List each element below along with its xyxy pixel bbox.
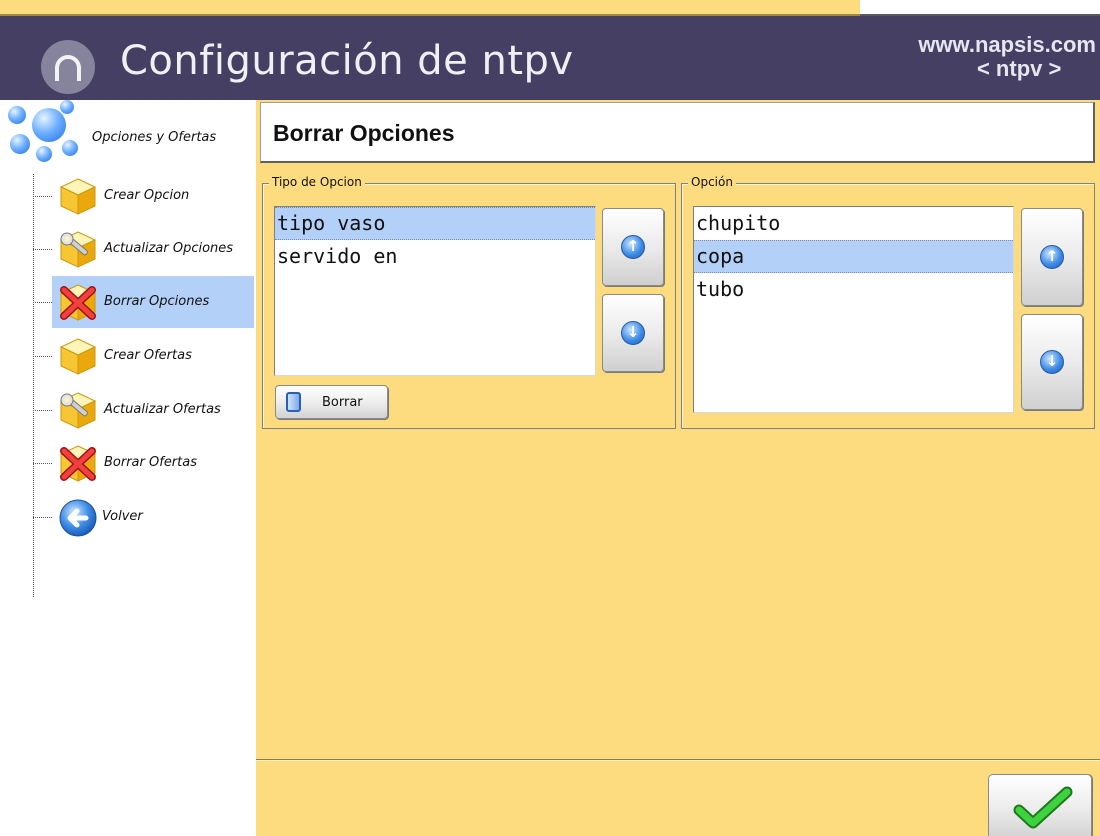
- cube-icon: [59, 178, 97, 215]
- sidebar-item-label: Borrar Ofertas: [104, 455, 197, 470]
- header: Configuración de ntpv www.napsis.com < n…: [0, 16, 1100, 100]
- checkmark-icon: [1013, 786, 1073, 829]
- confirm-button[interactable]: [988, 774, 1092, 836]
- sidebar-item-borrar-ofertas[interactable]: Borrar Ofertas: [33, 437, 254, 489]
- opcion-list[interactable]: chupito copa tubo: [693, 206, 1014, 413]
- arrow-up-icon: ↑: [1040, 245, 1064, 269]
- opcion-move-down-button[interactable]: ↓: [1021, 314, 1083, 410]
- list-item[interactable]: chupito: [694, 207, 1013, 240]
- list-item[interactable]: tubo: [694, 273, 1013, 306]
- divider: [256, 759, 1100, 761]
- window-edge: [0, 0, 860, 16]
- page-title: Borrar Opciones: [273, 120, 455, 146]
- borrar-button-label: Borrar: [322, 395, 363, 410]
- wrench-cube-icon: [59, 392, 97, 429]
- borrar-button[interactable]: Borrar: [275, 385, 388, 419]
- opcion-move-up-button[interactable]: ↑: [1021, 208, 1083, 306]
- sidebar-item-label: Volver: [102, 509, 143, 524]
- tipo-move-down-button[interactable]: ↓: [602, 294, 664, 372]
- tipo-move-up-button[interactable]: ↑: [602, 208, 664, 286]
- tree-line: [33, 174, 34, 597]
- sidebar-item-actualizar-ofertas[interactable]: Actualizar Ofertas: [33, 384, 254, 436]
- sidebar-item-label: Crear Opcion: [104, 188, 190, 203]
- main-panel: Borrar Opciones Tipo de Opcion tipo vaso…: [256, 100, 1100, 836]
- sidebar-item-crear-ofertas[interactable]: Crear Ofertas: [33, 330, 254, 382]
- title-box: Borrar Opciones: [260, 102, 1095, 163]
- sidebar-item-label: Borrar Opciones: [104, 294, 210, 309]
- bubbles-icon: [8, 100, 80, 164]
- arrow-up-icon: ↑: [621, 235, 645, 259]
- sidebar-item-borrar-opciones[interactable]: Borrar Opciones: [33, 276, 254, 328]
- sidebar-item-crear-opcion[interactable]: Crear Opcion: [33, 170, 254, 222]
- sidebar-item-volver[interactable]: Volver: [33, 491, 254, 543]
- delete-cube-icon: [59, 445, 97, 482]
- list-item[interactable]: servido en: [275, 240, 595, 273]
- site-info: www.napsis.com < ntpv >: [918, 33, 1096, 81]
- site-subtitle: < ntpv >: [976, 56, 1062, 81]
- list-item[interactable]: tipo vaso: [275, 207, 595, 240]
- ntpv-logo-icon: [41, 40, 95, 94]
- trash-bin-icon: [286, 392, 301, 412]
- sidebar-root-label: Opciones y Ofertas: [92, 130, 217, 145]
- delete-cube-icon: [59, 284, 97, 321]
- site-url: www.napsis.com: [918, 32, 1096, 57]
- opcion-group-label: Opción: [688, 175, 736, 189]
- list-item[interactable]: copa: [694, 240, 1013, 273]
- sidebar-item-label: Actualizar Opciones: [104, 241, 234, 256]
- tipo-opcion-list[interactable]: tipo vaso servido en: [274, 206, 596, 376]
- sidebar-item-actualizar-opciones[interactable]: Actualizar Opciones: [33, 223, 254, 275]
- arrow-down-icon: ↓: [621, 321, 645, 345]
- tipo-opcion-group: Tipo de Opcion tipo vaso servido en ↑ ↓ …: [262, 175, 676, 429]
- sidebar-item-label: Actualizar Ofertas: [104, 402, 221, 417]
- tipo-opcion-group-label: Tipo de Opcion: [269, 175, 365, 189]
- sidebar: Opciones y Ofertas Crear Opcion Actualiz…: [0, 100, 256, 836]
- back-arrow-icon: [59, 499, 97, 537]
- cube-icon: [59, 338, 97, 375]
- arrow-down-icon: ↓: [1040, 350, 1064, 374]
- app-title: Configuración de ntpv: [120, 38, 574, 84]
- opcion-group: Opción chupito copa tubo ↑ ↓: [681, 175, 1095, 429]
- sidebar-item-label: Crear Ofertas: [104, 348, 192, 363]
- wrench-cube-icon: [59, 231, 97, 268]
